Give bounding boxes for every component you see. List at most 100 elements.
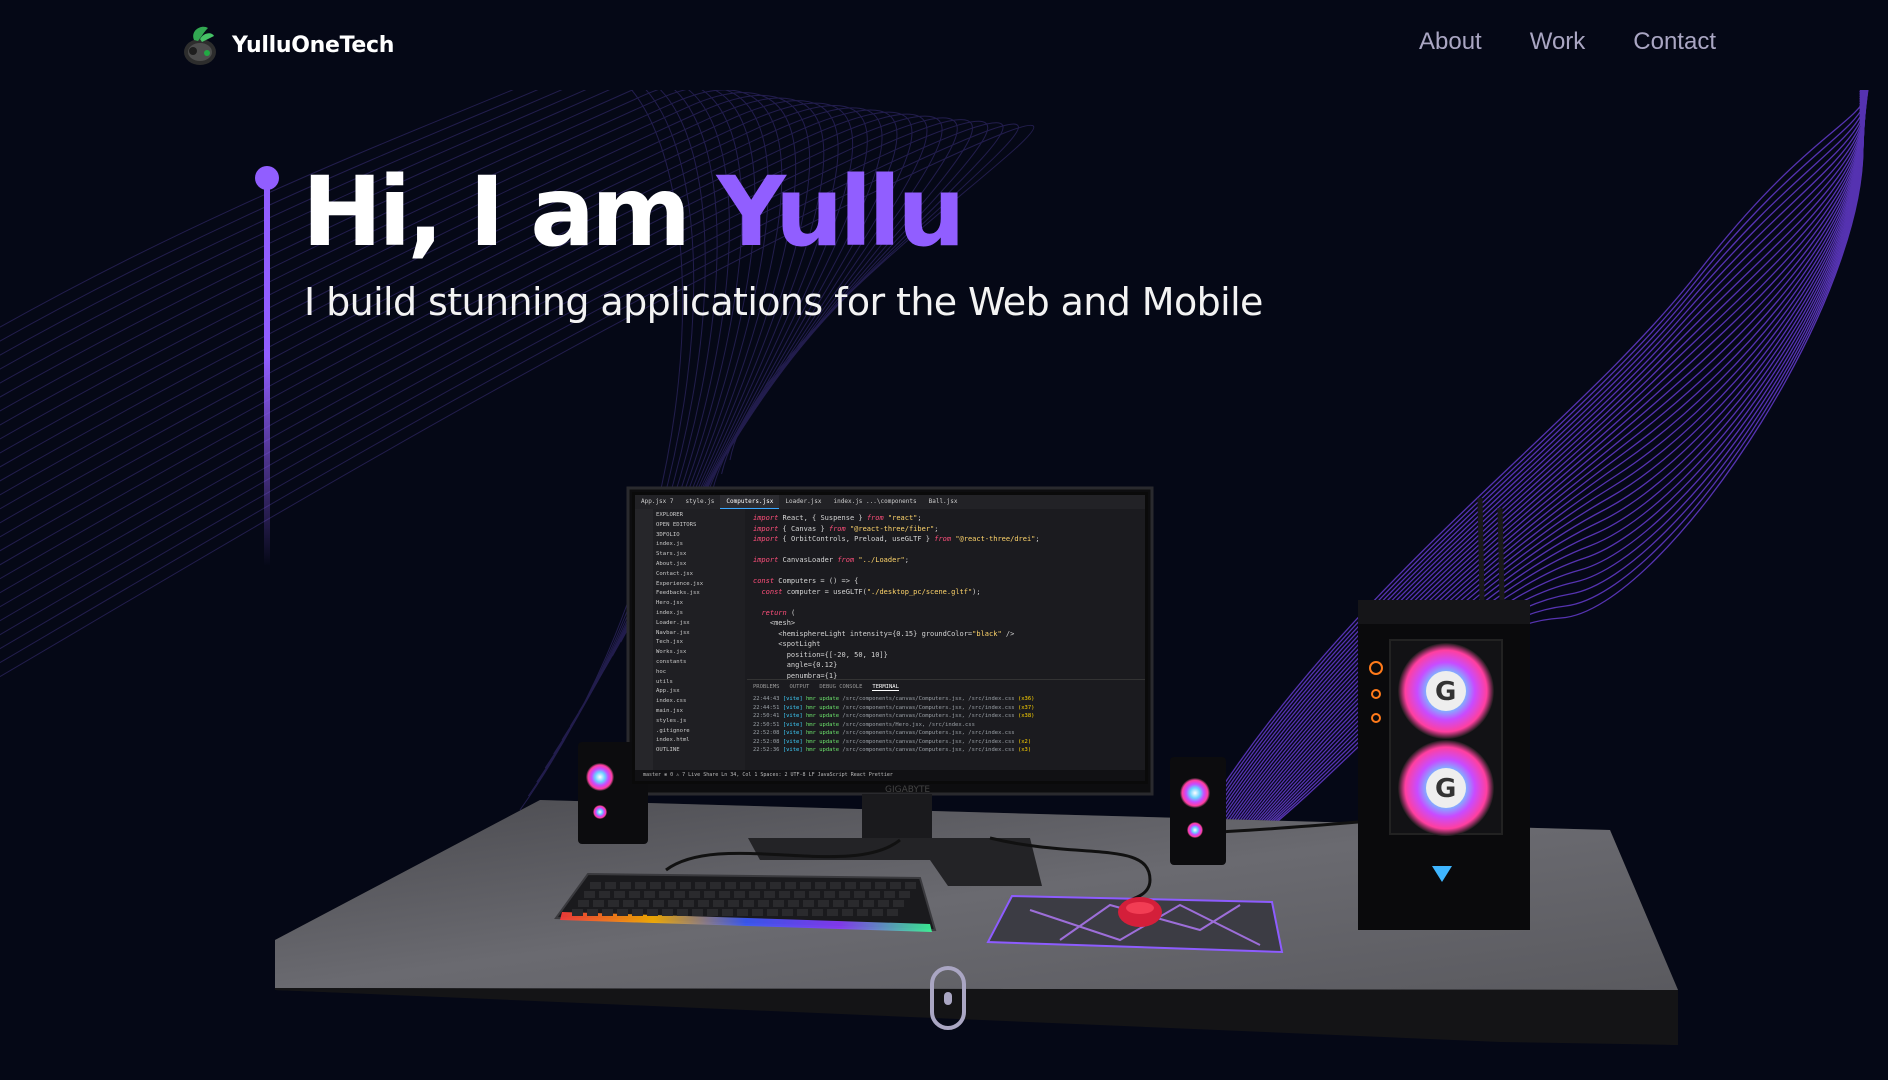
hero-title: Hi, I am Yullu (302, 152, 966, 272)
keyboard-key (749, 891, 760, 898)
keyboard-key (812, 909, 823, 916)
keyboard-key (653, 900, 664, 907)
wave-line (1250, 117, 1864, 844)
keyboard-key (605, 882, 616, 889)
keyboard-key (713, 900, 724, 907)
wave-line (1171, 90, 1867, 896)
frog-logo-icon (184, 26, 216, 65)
explorer-file: OPEN EDITORS (656, 521, 697, 528)
keyboard-key (824, 891, 835, 898)
keyboard-key (743, 900, 754, 907)
explorer-file: 3DFOLIO (656, 531, 680, 538)
keyboard-key (755, 882, 766, 889)
terminal-tab: OUTPUT (789, 684, 810, 690)
editor-tab: Ball.jsx (928, 498, 958, 505)
code-line: import { OrbitControls, Preload, useGLTF… (753, 535, 1040, 543)
editor-activity-bar (635, 509, 653, 781)
keyboard-key (710, 882, 721, 889)
scroll-dot-icon (944, 992, 952, 1005)
code-line: <spotLight (753, 640, 821, 648)
logo[interactable]: YulluOneTech (180, 20, 394, 70)
monitor-screen-code-editor: App.jsx 7 style.js Computers.jsx Loader.… (632, 492, 1148, 784)
wave-line (1196, 90, 1866, 880)
keyboard-key (698, 900, 709, 907)
terminal-line: 22:52:08 [vite] hmr update /src/componen… (753, 730, 1015, 736)
keyboard-key (722, 909, 733, 916)
nav-link-about[interactable]: About (1419, 28, 1482, 56)
nav-links: About Work Contact (1419, 28, 1716, 56)
keyboard-key (794, 891, 805, 898)
hero-greeting: Hi, I am (302, 156, 717, 268)
keyboard-key (779, 891, 790, 898)
desk (275, 800, 1678, 1045)
hero-accent-bar (264, 186, 270, 566)
wave-line (1217, 95, 1865, 865)
keyboard-key (857, 909, 868, 916)
nav-link-work[interactable]: Work (1530, 28, 1586, 56)
terminal-tab: TERMINAL (872, 684, 899, 691)
keyboard-key (842, 909, 853, 916)
hero-accent-line (255, 166, 279, 566)
keyboard-key (614, 891, 625, 898)
explorer-file: constants (656, 658, 687, 665)
mousepad (986, 894, 1284, 954)
keyboard-key (800, 882, 811, 889)
keyboard-key (839, 891, 850, 898)
keyboard-key (599, 891, 610, 898)
navbar: YulluOneTech About Work Contact (0, 0, 1888, 90)
explorer-file: index.html (656, 737, 690, 744)
wave-line (1235, 107, 1864, 853)
explorer-file: Navbar.jsx (656, 629, 690, 636)
keyboard-key (578, 900, 589, 907)
explorer-file: Feedbacks.jsx (656, 590, 700, 597)
keyboard-key (680, 882, 691, 889)
wave-line (1149, 90, 1869, 911)
keyboard-key (875, 882, 886, 889)
wave-line (1207, 90, 1865, 872)
keyboard-key (758, 900, 769, 907)
keyboard-key (707, 909, 718, 916)
code-line: const computer = useGLTF("./desktop_pc/s… (761, 587, 981, 596)
wave-line (1239, 109, 1864, 851)
keyboard-key (617, 909, 628, 916)
svg-text:GIGABYTE: GIGABYTE (885, 785, 930, 795)
scroll-down-indicator[interactable] (930, 966, 966, 1030)
keyboard-key (752, 909, 763, 916)
keyboard-key (623, 900, 634, 907)
keyboard-key (782, 909, 793, 916)
explorer-file: index.css (656, 698, 687, 705)
hero-name: Yullu (716, 156, 966, 268)
keyboard-key (584, 891, 595, 898)
code-line: import React, { Suspense } from "react"; (753, 514, 922, 522)
wave-line (1192, 90, 1866, 882)
editor-tabs: App.jsx 7 style.js Computers.jsx Loader.… (635, 495, 1145, 509)
keyboard (554, 872, 937, 932)
wave-line (1253, 119, 1864, 841)
wave-line (1178, 90, 1866, 892)
keyboard-key (833, 900, 844, 907)
keyboard-key (635, 882, 646, 889)
keyboard-key (764, 891, 775, 898)
terminal-tab: PROBLEMS (753, 684, 780, 690)
explorer-file: Tech.jsx (656, 639, 683, 646)
wave-line (1243, 112, 1864, 849)
editor-tab-active: Computers.jsx (720, 495, 780, 509)
code-line: import CanvasLoader from "../Loader"; (753, 556, 909, 564)
code-line: position={[-20, 50, 10]} (753, 650, 888, 659)
keyboard-key (638, 900, 649, 907)
explorer-file: index.js (656, 609, 683, 616)
keyboard-key (890, 882, 901, 889)
keyboard-key (785, 882, 796, 889)
code-line: import { Canvas } from "@react-three/fib… (753, 524, 939, 533)
keyboard-key (608, 900, 619, 907)
explorer-file: Contact.jsx (656, 570, 694, 577)
keyboard-key (845, 882, 856, 889)
wave-line (1189, 90, 1866, 884)
keyboard-key (629, 891, 640, 898)
keyboard-key (818, 900, 829, 907)
nav-link-contact[interactable]: Contact (1633, 28, 1716, 56)
keyboard-key (677, 909, 688, 916)
explorer-file: OUTLINE (656, 747, 680, 754)
keyboard-key (848, 900, 859, 907)
terminal-line: 22:44:43 [vite] hmr update /src/componen… (753, 696, 1035, 702)
